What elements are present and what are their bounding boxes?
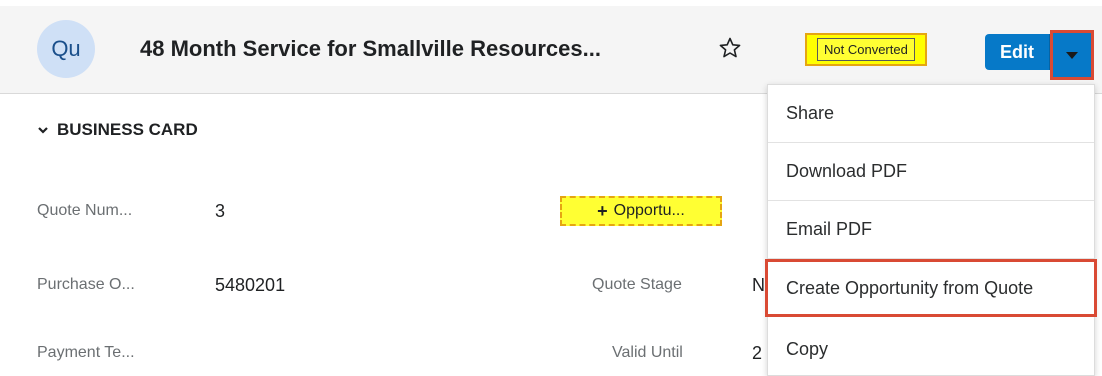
menu-item-copy[interactable]: Copy xyxy=(768,320,1094,376)
field-label-quote-stage: Quote Stage xyxy=(592,276,682,293)
record-header: Qu 48 Month Service for Smallville Resou… xyxy=(0,6,1102,94)
actions-dropdown-button[interactable] xyxy=(1050,30,1094,80)
menu-item-share[interactable]: Share xyxy=(768,85,1094,143)
avatar: Qu xyxy=(37,20,95,78)
status-badge: Not Converted xyxy=(805,33,927,66)
actions-menu: Share Download PDF Email PDF Create Oppo… xyxy=(765,84,1097,376)
caret-down-icon xyxy=(1066,51,1078,59)
field-label-purchase-order: Purchase O... xyxy=(37,276,135,293)
field-value-purchase-order[interactable]: 5480201 xyxy=(215,275,285,296)
field-value-valid-until[interactable]: 2 xyxy=(752,343,762,364)
opportunity-chip-label: Opportu... xyxy=(613,202,685,219)
opportunity-chip[interactable]: + Opportu... xyxy=(560,196,722,226)
star-outline-icon[interactable] xyxy=(718,36,742,60)
menu-item-download-pdf[interactable]: Download PDF xyxy=(768,143,1094,201)
menu-item-email-pdf[interactable]: Email PDF xyxy=(768,201,1094,259)
field-label-quote-number: Quote Num... xyxy=(37,202,133,219)
panel-title: BUSINESS CARD xyxy=(57,120,198,139)
chevron-down-icon xyxy=(38,127,48,134)
field-label-valid-until: Valid Until xyxy=(612,344,683,361)
menu-item-create-opportunity[interactable]: Create Opportunity from Quote xyxy=(765,259,1097,317)
field-value-quote-number[interactable]: 3 xyxy=(215,201,225,222)
field-value-quote-stage[interactable]: N xyxy=(752,275,765,296)
edit-button[interactable]: Edit xyxy=(985,34,1050,70)
status-badge-label: Not Converted xyxy=(817,38,915,61)
page-title: 48 Month Service for Smallville Resource… xyxy=(140,36,601,61)
plus-icon: + xyxy=(597,200,608,221)
field-label-payment-terms: Payment Te... xyxy=(37,344,135,361)
panel-header[interactable]: BUSINESS CARD xyxy=(37,120,198,140)
